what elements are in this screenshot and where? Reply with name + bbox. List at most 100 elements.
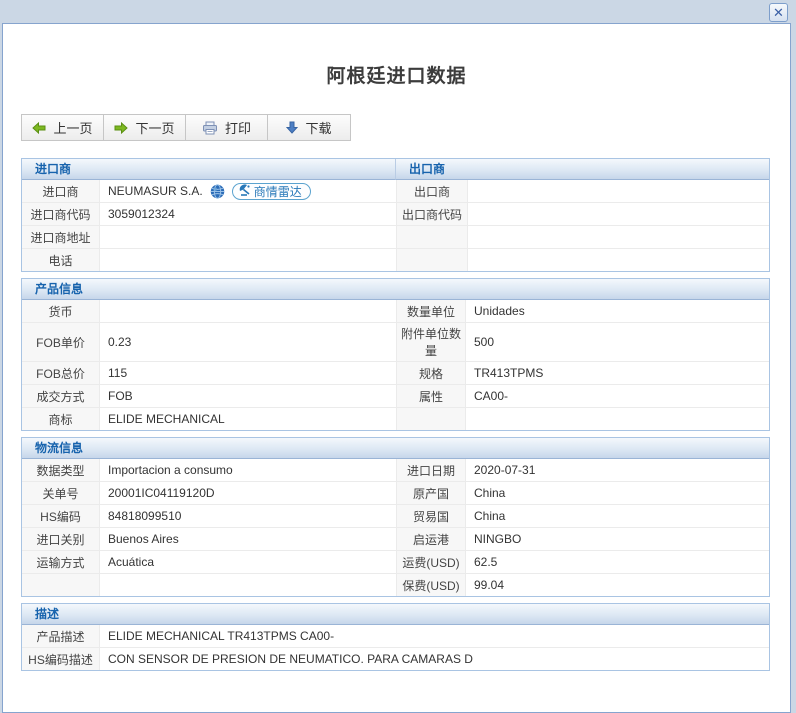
field-label-text: 进口关别	[36, 531, 84, 548]
arrow-right-icon	[114, 122, 128, 134]
field-value: Buenos Aires	[100, 528, 396, 550]
field-label: 成交方式	[22, 385, 100, 407]
field-value-text: 84818099510	[108, 509, 181, 523]
field-value-text: Buenos Aires	[108, 532, 179, 546]
download-label: 下载	[305, 118, 331, 137]
field-value	[468, 203, 769, 225]
field-value-text: ELIDE MECHANICAL TR413TPMS CA00-	[108, 629, 334, 643]
field-value-text: NEUMASUR S.A.	[108, 184, 203, 198]
toolbar: 上一页 下一页 打印 下载	[21, 114, 351, 141]
page-title: 阿根廷进口数据	[3, 61, 790, 88]
field-label: 运费(USD)	[396, 551, 466, 573]
section-description: 描述产品描述ELIDE MECHANICAL TR413TPMS CA00-HS…	[21, 603, 770, 671]
radar-button-label: 商情雷达	[254, 183, 302, 200]
field-label: 数据类型	[22, 459, 100, 481]
field-value-text: Importacion a consumo	[108, 463, 233, 477]
field-label-text: 进口商代码	[30, 206, 90, 223]
section-header-bar: 进口商出口商	[22, 159, 769, 180]
field-label-text: 出口商代码	[402, 206, 462, 223]
field-value: 0.23	[100, 323, 396, 361]
field-value-text: CON SENSOR DE PRESION DE NEUMATICO. PARA…	[108, 652, 473, 666]
field-value-text: 0.23	[108, 335, 131, 349]
radar-button[interactable]: 商情雷达	[232, 183, 311, 200]
field-label-text: 出口商	[414, 183, 450, 200]
field-value: 500	[466, 323, 769, 361]
field-value: CON SENSOR DE PRESION DE NEUMATICO. PARA…	[100, 648, 769, 670]
close-icon[interactable]: ✕	[769, 3, 788, 22]
field-label: 进口商代码	[22, 203, 100, 225]
field-value	[100, 574, 396, 596]
field-label: 启运港	[396, 528, 466, 550]
field-value	[468, 226, 769, 248]
download-button[interactable]: 下载	[268, 115, 350, 140]
field-label-text: 数量单位	[407, 303, 455, 320]
field-label: 附件单位数量	[396, 323, 466, 361]
field-label-text: 数据类型	[36, 462, 84, 479]
section-parties: 进口商出口商进口商 NEUMASUR S.A. 商情雷达 出口商进口商代码 3059…	[21, 158, 770, 272]
field-label: 进口商地址	[22, 226, 100, 248]
field-value-text: 500	[474, 335, 494, 349]
field-label-text: 成交方式	[36, 388, 84, 405]
field-value: Importacion a consumo	[100, 459, 396, 481]
field-label: 贸易国	[396, 505, 466, 527]
field-label: 出口商	[396, 180, 468, 202]
field-label-text: FOB单价	[36, 334, 85, 351]
field-value: ELIDE MECHANICAL	[100, 408, 396, 430]
prev-page-button[interactable]: 上一页	[22, 115, 104, 140]
field-label: 电话	[22, 249, 100, 271]
table-row: 电话	[22, 248, 769, 271]
table-row: 货币数量单位Unidades	[22, 300, 769, 322]
table-row: 关单号20001IC04119120D原产国China	[22, 481, 769, 504]
globe-icon[interactable]	[210, 184, 225, 199]
field-label-text: 进口商	[42, 183, 78, 200]
arrow-left-icon	[32, 122, 46, 134]
dialog-panel: 阿根廷进口数据 上一页 下一页 打印	[2, 23, 791, 713]
field-label-text: FOB总价	[36, 365, 85, 382]
sections: 进口商出口商进口商 NEUMASUR S.A. 商情雷达 出口商进口商代码 3059…	[21, 158, 770, 671]
field-value-text: NINGBO	[474, 532, 521, 546]
field-value: 62.5	[466, 551, 769, 573]
next-page-button[interactable]: 下一页	[104, 115, 186, 140]
field-value: 20001IC04119120D	[100, 482, 396, 504]
field-label: 进口关别	[22, 528, 100, 550]
section-product: 产品信息货币数量单位UnidadesFOB单价0.23附件单位数量500FOB总…	[21, 278, 770, 431]
section-header-bar: 产品信息	[22, 279, 769, 300]
field-value: Acuática	[100, 551, 396, 573]
section-header-bar: 物流信息	[22, 438, 769, 459]
field-label-text: 附件单位数量	[400, 325, 462, 359]
field-label-text: 进口日期	[407, 462, 455, 479]
field-label: 属性	[396, 385, 466, 407]
print-button[interactable]: 打印	[186, 115, 268, 140]
field-label-text: 进口商地址	[30, 229, 90, 246]
field-value: CA00-	[466, 385, 769, 407]
field-value	[468, 249, 769, 271]
field-value: Unidades	[466, 300, 769, 322]
next-page-label: 下一页	[135, 118, 174, 137]
field-label: 出口商代码	[396, 203, 468, 225]
field-label	[396, 226, 468, 248]
field-value: China	[466, 505, 769, 527]
arrow-down-icon	[286, 121, 298, 134]
field-value-text: 20001IC04119120D	[108, 486, 215, 500]
prev-page-label: 上一页	[53, 118, 92, 137]
field-value-text: 62.5	[474, 555, 497, 569]
table-row: HS编码描述 CON SENSOR DE PRESION DE NEUMATICO…	[22, 647, 769, 670]
field-label: 数量单位	[396, 300, 466, 322]
field-value: China	[466, 482, 769, 504]
field-value-text: 115	[108, 366, 127, 380]
field-label-text: HS编码	[40, 508, 81, 525]
field-label: 产品描述	[22, 625, 100, 647]
field-label-text: HS编码描述	[28, 651, 93, 668]
field-value-text: FOB	[108, 389, 133, 403]
field-value-text: 3059012324	[108, 207, 175, 221]
field-label: FOB单价	[22, 323, 100, 361]
field-label-text: 电话	[48, 252, 72, 269]
field-value: 115	[100, 362, 396, 384]
field-label: 运输方式	[22, 551, 100, 573]
field-label-text: 属性	[419, 388, 443, 405]
field-value-text: CA00-	[474, 389, 508, 403]
radar-icon	[238, 184, 251, 199]
field-value-text: Acuática	[108, 555, 154, 569]
field-label	[396, 249, 468, 271]
field-label-text: 原产国	[413, 485, 449, 502]
